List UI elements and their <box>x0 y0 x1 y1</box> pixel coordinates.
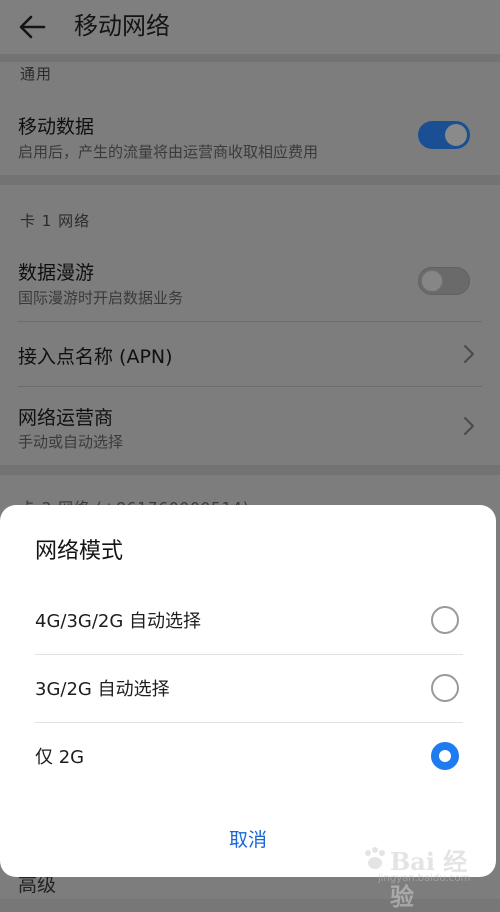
mobile-data-subtitle: 启用后，产生的流量将由运营商收取相应费用 <box>18 143 319 161</box>
mobile-data-title: 移动数据 <box>18 116 95 138</box>
option-3g-2g-auto[interactable]: 3G/2G 自动选择 <box>0 655 496 722</box>
section-gap <box>0 54 500 62</box>
option-label: 3G/2G 自动选择 <box>35 679 170 700</box>
option-label: 仅 2G <box>35 747 85 768</box>
app-bar: 移动网络 <box>0 0 500 54</box>
option-4g-3g-2g-auto[interactable]: 4G/3G/2G 自动选择 <box>0 587 496 654</box>
cancel-button[interactable]: 取消 <box>198 823 298 857</box>
apn-title: 接入点名称 (APN) <box>18 346 173 368</box>
data-roaming-title: 数据漫游 <box>18 262 95 284</box>
mobile-data-toggle[interactable] <box>418 121 470 149</box>
network-mode-dialog: 网络模式 4G/3G/2G 自动选择 3G/2G 自动选择 仅 2G 取消 <box>0 505 496 877</box>
section-header-general: 通用 <box>20 65 53 83</box>
divider <box>18 321 482 322</box>
data-roaming-toggle[interactable] <box>418 267 470 295</box>
section-gap <box>0 465 500 475</box>
chevron-right-icon <box>464 345 474 363</box>
carrier-title: 网络运营商 <box>18 407 114 429</box>
paw-icon <box>365 847 385 869</box>
radio-unchecked-icon[interactable] <box>431 674 459 702</box>
page-title: 移动网络 <box>74 12 170 40</box>
data-roaming-subtitle: 国际漫游时开启数据业务 <box>18 289 184 307</box>
divider <box>18 386 482 387</box>
watermark-url: jingyan.baidu.com <box>378 873 471 884</box>
arrow-left-icon[interactable] <box>14 9 50 45</box>
section-header-card1: 卡 1 网络 <box>20 212 91 230</box>
carrier-subtitle: 手动或自动选择 <box>18 433 124 451</box>
baidu-jingyan-watermark: Bai 经验 jingyan.baidu.com <box>360 840 490 911</box>
chevron-right-icon <box>464 417 474 435</box>
option-2g-only[interactable]: 仅 2G <box>0 723 496 790</box>
radio-checked-icon[interactable] <box>431 742 459 770</box>
section-gap <box>0 175 500 185</box>
option-label: 4G/3G/2G 自动选择 <box>35 611 202 632</box>
radio-unchecked-icon[interactable] <box>431 606 459 634</box>
dialog-title: 网络模式 <box>35 539 124 564</box>
